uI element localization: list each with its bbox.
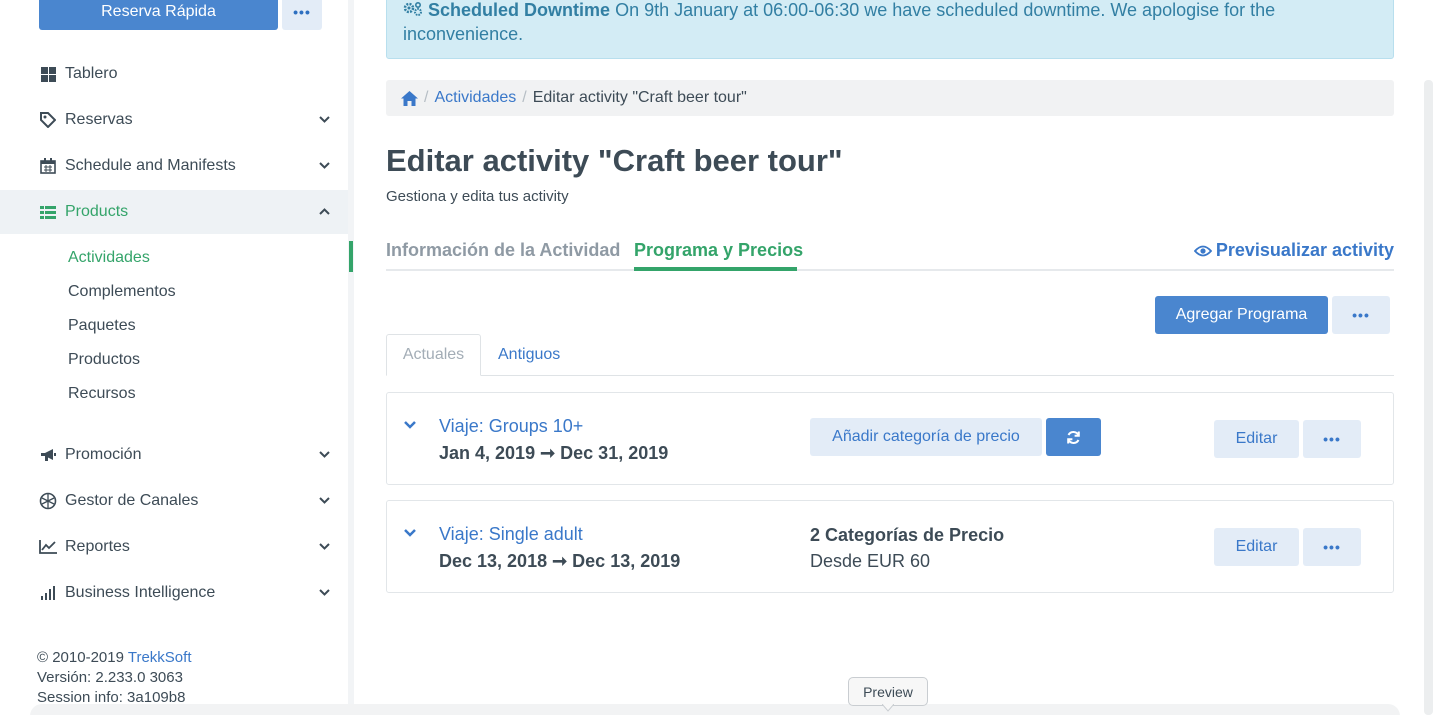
gears-icon: [403, 0, 423, 23]
preview-activity-link[interactable]: Previsualizar activity: [1193, 240, 1394, 261]
chevron-down-icon: [316, 111, 332, 127]
sidebar-item-business-intelligence[interactable]: Business Intelligence: [0, 571, 348, 615]
sidebar-item-label: Reservas: [65, 111, 133, 128]
tab-schedule-prices[interactable]: Programa y Precios: [634, 240, 803, 261]
chevron-down-icon: [316, 492, 332, 508]
sidebar-item-label: Promoción: [65, 446, 142, 463]
active-indicator: [349, 241, 353, 272]
globe-icon: [39, 492, 57, 510]
chevron-down-icon: [316, 446, 332, 462]
calendar-icon: [39, 158, 57, 174]
sidebar-item-bookings[interactable]: Reservas: [0, 98, 348, 142]
tooltip-tail: [882, 704, 894, 712]
chevron-up-icon: [316, 203, 332, 219]
brand-link[interactable]: TrekkSoft: [128, 649, 192, 666]
bar-chart-icon: [39, 585, 57, 601]
chevron-down-icon[interactable]: [403, 417, 417, 429]
schedule-title[interactable]: Viaje: Single adult: [439, 524, 583, 545]
tabs-divider: [386, 269, 1394, 271]
sidebar-subitem-resources[interactable]: Recursos: [68, 385, 136, 403]
refresh-button[interactable]: [1046, 418, 1101, 456]
edit-schedule-button[interactable]: Editar: [1214, 528, 1299, 566]
sidebar-item-products[interactable]: Products: [0, 190, 348, 234]
sidebar-item-label: Products: [65, 203, 129, 220]
sidebar-item-label: Reportes: [65, 538, 130, 555]
sidebar-subitem-packages[interactable]: Paquetes: [68, 317, 136, 335]
line-chart-icon: [39, 539, 57, 555]
sidebar-item-reports[interactable]: Reportes: [0, 525, 348, 569]
breadcrumb-activities-link[interactable]: Actividades: [434, 89, 516, 107]
price-from: Desde EUR 60: [810, 551, 931, 571]
sidebar-item-channel-manager[interactable]: Gestor de Canales: [0, 479, 348, 523]
schedule-row-more-button[interactable]: •••: [1303, 420, 1361, 458]
home-icon[interactable]: [401, 90, 418, 106]
tag-icon: [39, 112, 57, 128]
sidebar-item-label: Business Intelligence: [65, 584, 216, 601]
schedule-row-more-button[interactable]: •••: [1303, 528, 1361, 566]
megaphone-icon: [39, 447, 57, 463]
dashboard-icon: [39, 66, 57, 82]
quick-booking-more-button[interactable]: •••: [282, 0, 322, 30]
subtabs-divider: [386, 375, 1394, 376]
downtime-alert: Scheduled Downtime On 9th January at 06:…: [386, 0, 1394, 59]
quick-booking-button[interactable]: Reserva Rápida: [39, 0, 278, 30]
chevron-down-icon: [316, 157, 332, 173]
page-subtitle: Gestiona y edita tus activity: [386, 188, 569, 205]
sidebar-subitem-activities[interactable]: Actividades: [68, 249, 150, 267]
sidebar-footer: © 2010-2019 TrekkSoft Versión: 2.233.0 3…: [37, 648, 192, 708]
sidebar-divider: [348, 0, 354, 715]
tab-activity-info[interactable]: Información de la Actividad: [386, 240, 620, 261]
schedule-more-button[interactable]: •••: [1332, 296, 1390, 334]
alert-title: Scheduled Downtime: [428, 0, 611, 20]
sidebar-item-schedule[interactable]: Schedule and Manifests: [0, 144, 348, 188]
chevron-down-icon: [316, 584, 332, 600]
schedule-dates: Dec 13, 2018 ➞ Dec 13, 2019: [439, 551, 681, 571]
sidebar-item-promotion[interactable]: Promoción: [0, 433, 348, 477]
active-tab-underline: [634, 267, 797, 271]
edit-schedule-button[interactable]: Editar: [1214, 420, 1299, 458]
schedule-card: Viaje: Single adult Dec 13, 2018 ➞ Dec 1…: [386, 500, 1394, 593]
page-title: Editar activity "Craft beer tour": [386, 143, 843, 178]
copyright-text: © 2010-2019: [37, 649, 124, 666]
sidebar: Reserva Rápida ••• Tablero Reservas Sche…: [0, 0, 353, 715]
breadcrumb-separator: /: [424, 89, 429, 106]
version-text: Versión: 2.233.0 3063: [37, 669, 183, 686]
preview-panel-handle[interactable]: [30, 704, 1400, 715]
refresh-icon: [1066, 430, 1081, 445]
list-icon: [39, 204, 57, 220]
sidebar-item-dashboard[interactable]: Tablero: [0, 52, 348, 96]
sidebar-subitem-addons[interactable]: Complementos: [68, 283, 176, 301]
subtab-current[interactable]: Actuales: [386, 334, 481, 376]
sidebar-item-label: Tablero: [65, 65, 118, 82]
sidebar-item-label: Schedule and Manifests: [65, 157, 236, 174]
breadcrumb-separator: /: [522, 89, 527, 106]
subtab-old[interactable]: Antiguos: [498, 346, 560, 364]
add-price-category-button[interactable]: Añadir categoría de precio: [810, 418, 1042, 456]
sidebar-subitem-products[interactable]: Productos: [68, 351, 140, 369]
breadcrumb-current: Editar activity "Craft beer tour": [532, 89, 747, 106]
schedule-card: Viaje: Groups 10+ Jan 4, 2019 ➞ Dec 31, …: [386, 392, 1394, 485]
schedule-title[interactable]: Viaje: Groups 10+: [439, 416, 583, 437]
preview-tooltip: Preview: [848, 677, 928, 706]
scrollbar[interactable]: [1424, 80, 1433, 715]
chevron-down-icon[interactable]: [403, 525, 417, 537]
preview-activity-label: Previsualizar activity: [1215, 240, 1394, 260]
chevron-down-icon: [316, 538, 332, 554]
price-categories-count: 2 Categorías de Precio: [810, 525, 1005, 545]
sidebar-item-label: Gestor de Canales: [65, 492, 199, 509]
eye-icon: [1193, 245, 1212, 257]
add-schedule-button[interactable]: Agregar Programa: [1155, 296, 1328, 334]
schedule-dates: Jan 4, 2019 ➞ Dec 31, 2019: [439, 443, 669, 463]
breadcrumb: / Actividades / Editar activity "Craft b…: [386, 80, 1394, 116]
